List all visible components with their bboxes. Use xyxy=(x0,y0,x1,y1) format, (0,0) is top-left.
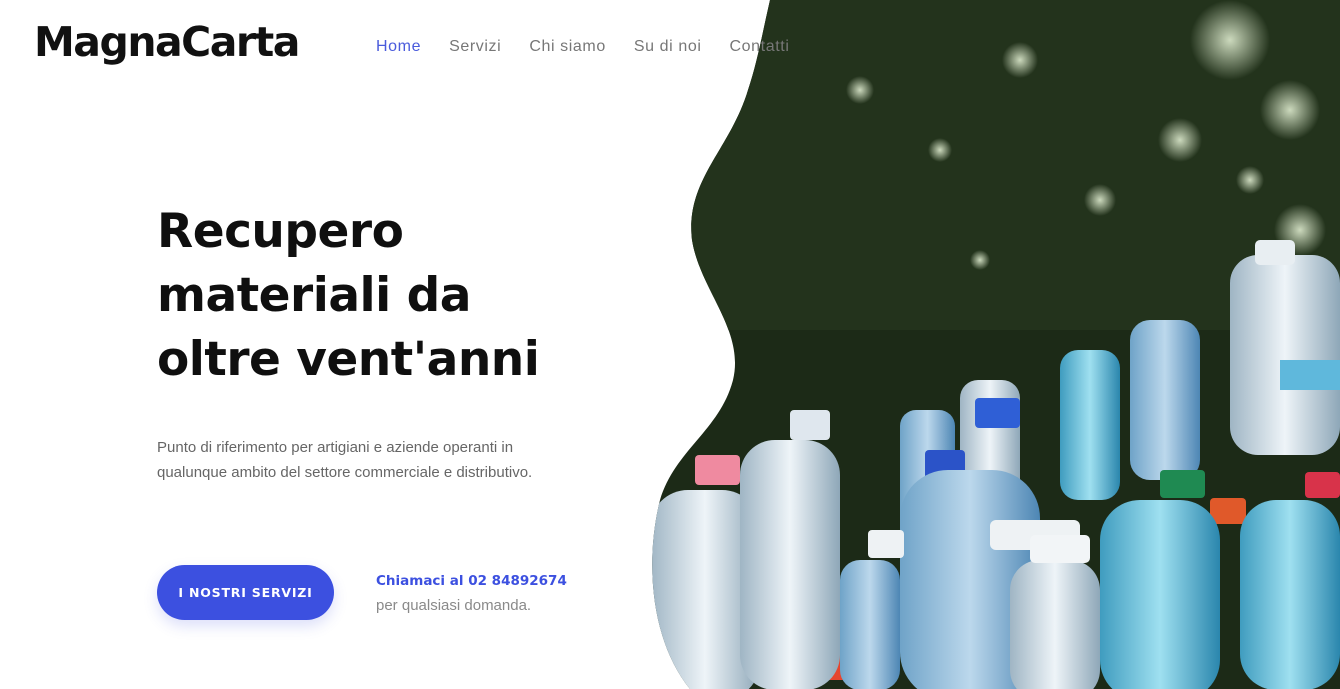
call-phone-link[interactable]: Chiamaci al 02 84892674 xyxy=(376,573,567,589)
nav-link-home[interactable]: Home xyxy=(376,38,421,56)
call-block: Chiamaci al 02 84892674 per qualsiasi do… xyxy=(376,571,567,614)
hero-headline-line: oltre vent'anni xyxy=(157,332,540,387)
our-services-button[interactable]: I NOSTRI SERVIZI xyxy=(157,565,334,620)
hero-content: Recupero materiali da oltre vent'anni Pu… xyxy=(157,200,627,485)
hero-headline-line: Recupero xyxy=(157,204,404,259)
nav-link-contatti[interactable]: Contatti xyxy=(730,38,790,56)
call-subtext: per qualsiasi domanda. xyxy=(376,597,532,614)
hero-cta-row: I NOSTRI SERVIZI Chiamaci al 02 84892674… xyxy=(157,565,567,620)
hero-headline-line: materiali da xyxy=(157,268,471,323)
site-logo[interactable]: MagnaCarta xyxy=(34,18,300,66)
nav-link-servizi[interactable]: Servizi xyxy=(449,38,501,56)
nav-link-chi-siamo[interactable]: Chi siamo xyxy=(529,38,606,56)
hero-subtitle-line: Punto di riferimento per artigiani e azi… xyxy=(157,439,514,456)
hero-subtitle: Punto di riferimento per artigiani e azi… xyxy=(157,435,577,485)
nav-link-su-di-noi[interactable]: Su di noi xyxy=(634,38,702,56)
hero-headline: Recupero materiali da oltre vent'anni xyxy=(157,200,627,392)
site-header: MagnaCarta Home Servizi Chi siamo Su di … xyxy=(0,0,1340,96)
main-nav: Home Servizi Chi siamo Su di noi Contatt… xyxy=(376,38,789,56)
hero-subtitle-line: qualunque ambito del settore commerciale… xyxy=(157,464,533,481)
